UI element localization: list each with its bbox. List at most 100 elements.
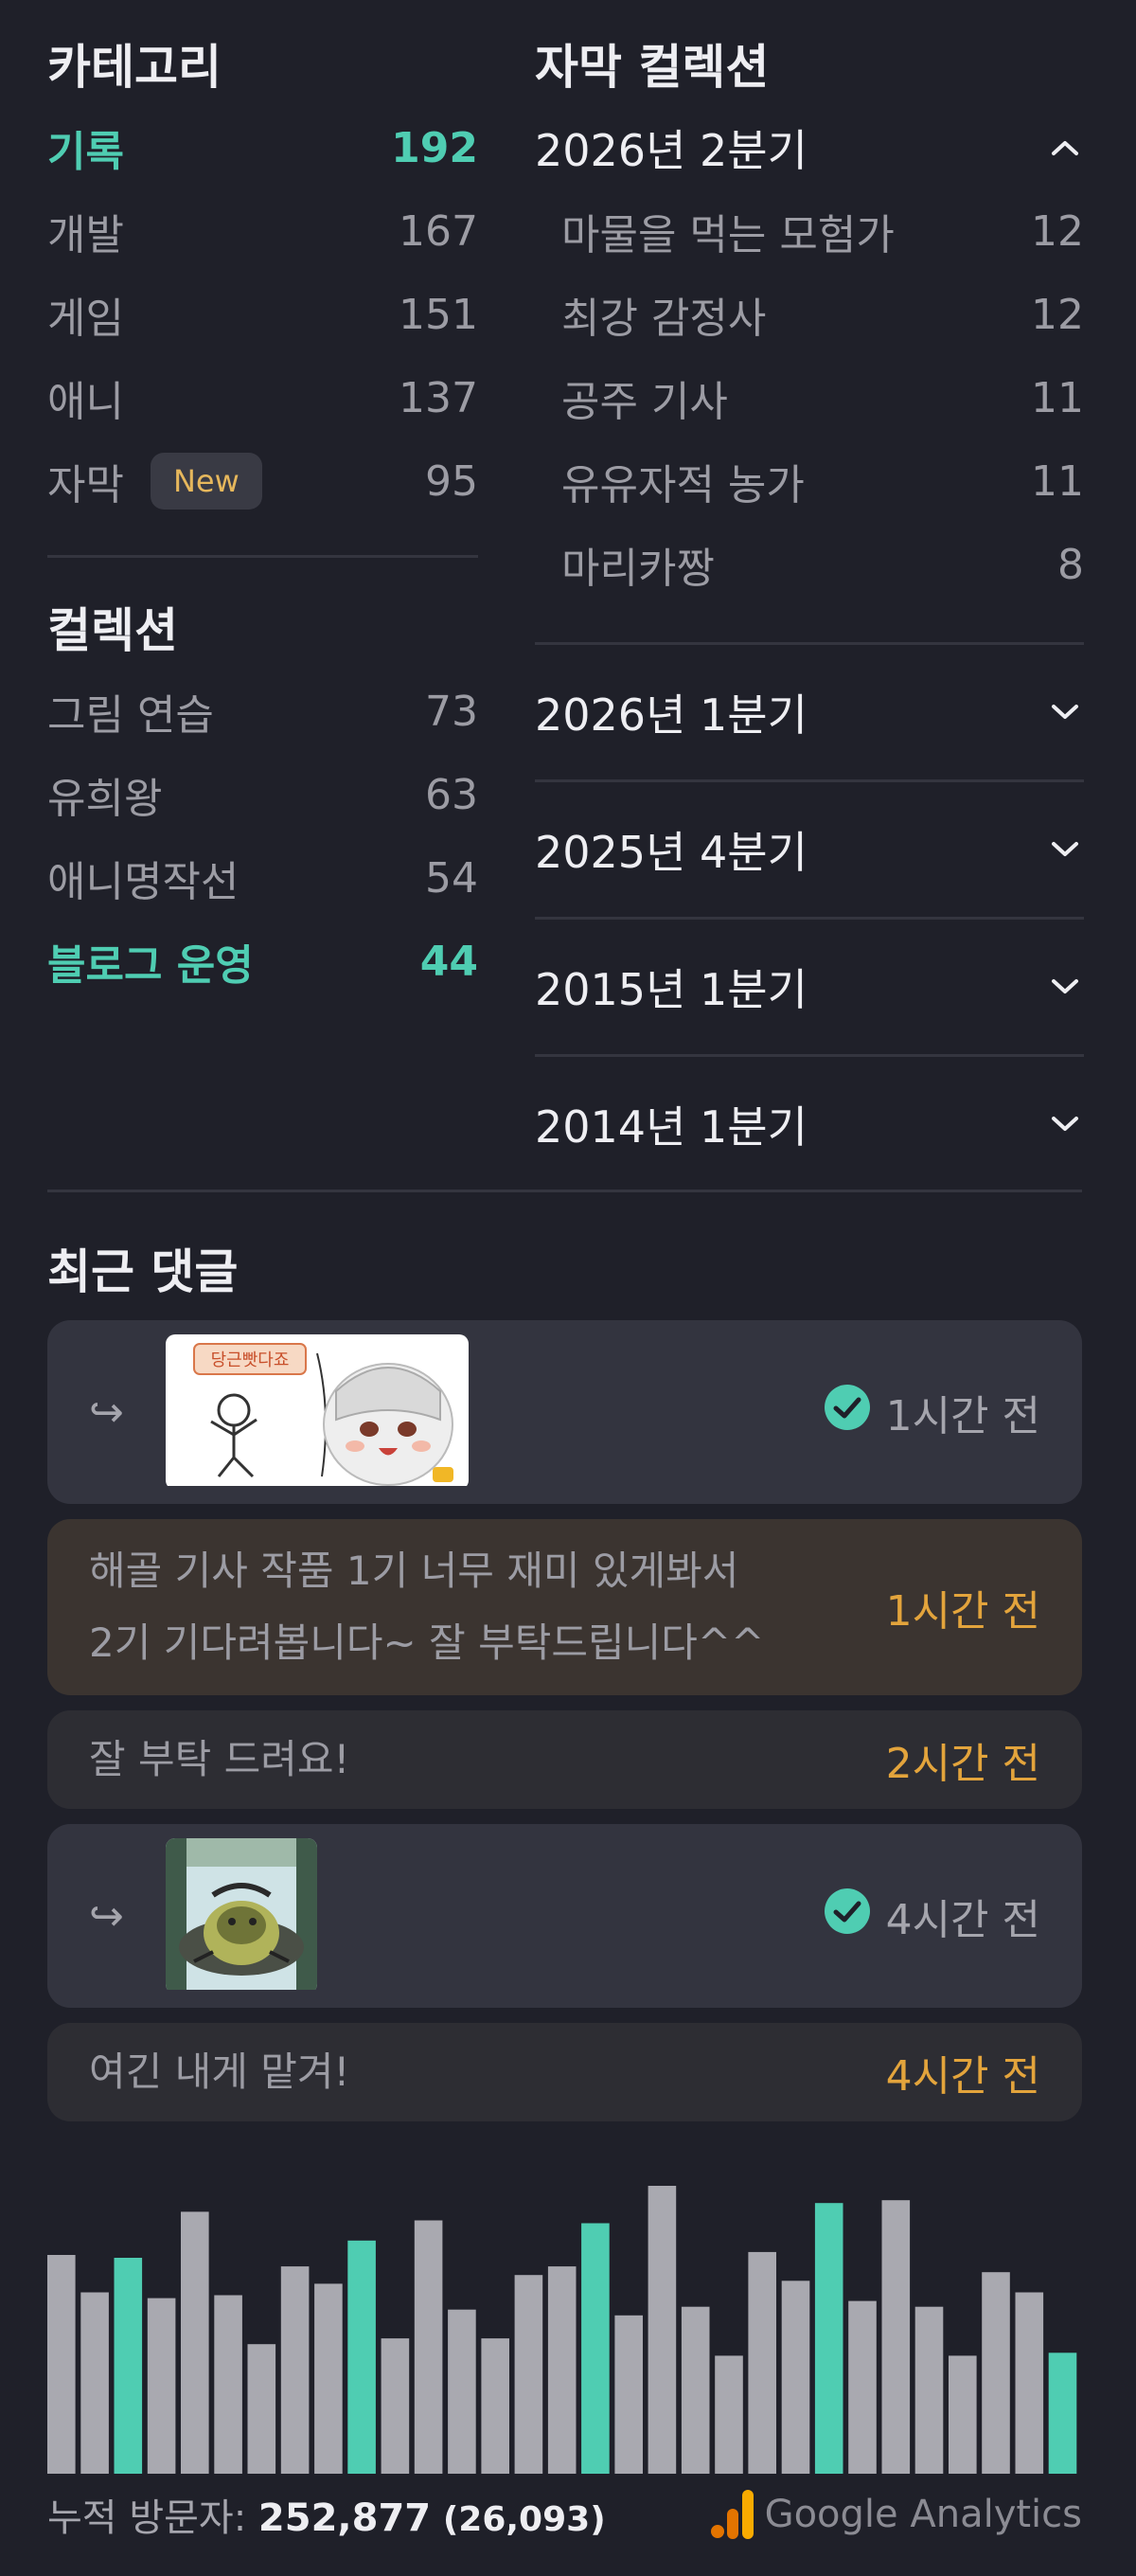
chart-bar[interactable]: [681, 2306, 710, 2474]
reply-arrow-icon: ↪: [89, 1891, 124, 1941]
check-circle-icon: [824, 1384, 871, 1441]
collection-item-drawing[interactable]: 그림 연습 73: [47, 670, 478, 753]
categories-title: 카테고리: [47, 40, 222, 95]
comment-time: 4시간 전: [824, 1886, 1040, 1946]
category-label: 개발: [47, 211, 124, 259]
category-item-records[interactable]: 기록 192: [47, 106, 478, 189]
subtitle-count: 11: [1031, 373, 1084, 422]
recent-comments-title: 최근 댓글: [47, 1244, 239, 1299]
chevron-up-icon: [1046, 129, 1084, 167]
google-analytics-link[interactable]: Google Analytics: [710, 2488, 1082, 2541]
chart-bar[interactable]: [448, 2309, 476, 2474]
chart-bar[interactable]: [280, 2266, 310, 2474]
quarter-toggle[interactable]: 2025년 4분기: [535, 782, 1084, 917]
chart-bar[interactable]: [881, 2200, 911, 2474]
reply-arrow-icon: ↪: [89, 1387, 124, 1437]
collection-label: 유희왕: [47, 775, 163, 823]
subtitle-collections: 자막 컬렉션 2026년 2분기 마물을 먹는 모험가 12 최강 감정사 12…: [535, 34, 1084, 1191]
category-item-subtitles[interactable]: 자막 New 95: [47, 439, 478, 523]
comment-time: 1시간 전: [885, 1587, 1040, 1636]
chart-bar[interactable]: [748, 2251, 776, 2474]
collection-count: 44: [419, 937, 478, 986]
comment-item[interactable]: 해골 기사 작품 1기 너무 재미 있게봐서 2기 기다려봅니다~ 잘 부탁드립…: [47, 1519, 1082, 1695]
category-count: 151: [399, 290, 478, 339]
chart-bar[interactable]: [181, 2211, 209, 2474]
visitor-count: 누적 방문자: 252,877 (26,093): [47, 2487, 606, 2542]
chevron-down-icon: [1046, 968, 1084, 1006]
collection-label: 그림 연습: [47, 691, 214, 740]
chart-bar[interactable]: [47, 2255, 76, 2474]
chart-bar[interactable]: [614, 2315, 643, 2474]
chart-bar[interactable]: [314, 2283, 343, 2474]
visitor-total: 252,877: [257, 2496, 432, 2540]
chart-bar[interactable]: [381, 2338, 410, 2474]
chart-bar[interactable]: [1048, 2352, 1077, 2474]
subtitle-item[interactable]: 마리카짱 8: [535, 523, 1084, 606]
quarter-toggle-expanded[interactable]: 2026년 2분기: [535, 106, 1084, 189]
subtitle-label: 최강 감정사: [561, 295, 767, 343]
chart-bar[interactable]: [247, 2344, 276, 2474]
subtitle-item[interactable]: 마물을 먹는 모험가 12: [535, 189, 1084, 273]
collection-count: 63: [425, 770, 478, 819]
collection-item-anime-classics[interactable]: 애니명작선 54: [47, 836, 478, 920]
chart-bar[interactable]: [147, 2298, 176, 2474]
recent-comments-section: 최근 댓글 ↪ 당근빳다죠 1시간 전 해골 기사 작품 1기 너무 재미 있게…: [47, 1233, 1082, 2137]
chart-bar[interactable]: [114, 2258, 143, 2474]
quarter-toggle[interactable]: 2014년 1분기: [535, 1057, 1084, 1191]
subtitle-item[interactable]: 공주 기사 11: [535, 356, 1084, 439]
chart-bar[interactable]: [347, 2240, 376, 2474]
chart-bar[interactable]: [914, 2306, 944, 2474]
subtitle-label: 유유자적 농가: [561, 461, 805, 510]
collections-title: 컬렉션: [47, 603, 178, 658]
chart-bar[interactable]: [581, 2223, 610, 2475]
comment-time: 2시간 전: [885, 1740, 1040, 1788]
chart-bar[interactable]: [982, 2272, 1010, 2474]
category-item-anime[interactable]: 애니 137: [47, 356, 478, 439]
chart-bar[interactable]: [514, 2275, 543, 2474]
chart-bar[interactable]: [715, 2355, 743, 2474]
chart-bar[interactable]: [481, 2338, 509, 2474]
category-count: 192: [391, 123, 478, 172]
category-item-dev[interactable]: 개발 167: [47, 189, 478, 273]
chart-bar[interactable]: [80, 2292, 109, 2475]
chart-bar[interactable]: [848, 2300, 877, 2474]
chart-bar[interactable]: [814, 2203, 843, 2474]
comment-item[interactable]: 여긴 내게 맡겨! 4시간 전: [47, 2023, 1082, 2121]
chart-bar[interactable]: [547, 2266, 577, 2474]
chart-bar[interactable]: [949, 2355, 977, 2474]
comment-sticker-image: 당근빳다죠: [165, 1334, 469, 1490]
chevron-down-icon: [1046, 693, 1084, 731]
comment-text: 잘 부탁 드려요!: [89, 1736, 350, 1782]
subtitle-item[interactable]: 최강 감정사 12: [535, 273, 1084, 356]
chart-bar[interactable]: [781, 2281, 810, 2474]
comment-item[interactable]: ↪ 4시간 전: [47, 1824, 1082, 2008]
category-label: 기록: [47, 128, 124, 176]
categories-section: 카테고리 기록 192 개발 167 게임 151 애니 137 자막 New: [47, 34, 478, 523]
comment-item[interactable]: 잘 부탁 드려요! 2시간 전: [47, 1710, 1082, 1809]
category-count: 95: [425, 456, 478, 506]
visitor-label: 누적 방문자:: [47, 2496, 247, 2540]
chart-bar[interactable]: [1015, 2292, 1044, 2475]
chart-bar[interactable]: [214, 2295, 242, 2475]
category-count: 137: [399, 373, 478, 422]
collection-item-blog[interactable]: 블로그 운영 44: [47, 920, 478, 1003]
category-item-game[interactable]: 게임 151: [47, 273, 478, 356]
comment-item[interactable]: ↪ 당근빳다죠 1시간 전: [47, 1320, 1082, 1504]
comment-time: 4시간 전: [885, 2052, 1040, 2101]
quarter-toggle[interactable]: 2015년 1분기: [535, 920, 1084, 1054]
quarter-label: 2026년 2분기: [535, 125, 808, 176]
chart-bar[interactable]: [648, 2186, 677, 2474]
subtitle-item[interactable]: 유유자적 농가 11: [535, 439, 1084, 523]
chart-bar[interactable]: [414, 2220, 443, 2475]
subtitle-count: 11: [1031, 456, 1084, 506]
subtitle-count: 12: [1031, 290, 1084, 339]
collections-section: 컬렉션 그림 연습 73 유희왕 63 애니명작선 54 블로그 운영 44: [47, 598, 478, 1003]
comment-text: 여긴 내게 맡겨!: [89, 2048, 350, 2095]
quarter-toggle[interactable]: 2026년 1분기: [535, 645, 1084, 779]
comment-text: 해골 기사 작품 1기 너무 재미 있게봐서 2기 기다려봅니다~ 잘 부탁드립…: [89, 1535, 764, 1679]
collection-label: 블로그 운영: [47, 941, 254, 990]
collection-item-yugioh[interactable]: 유희왕 63: [47, 753, 478, 836]
collection-count: 54: [425, 853, 478, 903]
subtitle-label: 공주 기사: [561, 378, 728, 426]
quarter-label: 2015년 1분기: [535, 964, 808, 1015]
